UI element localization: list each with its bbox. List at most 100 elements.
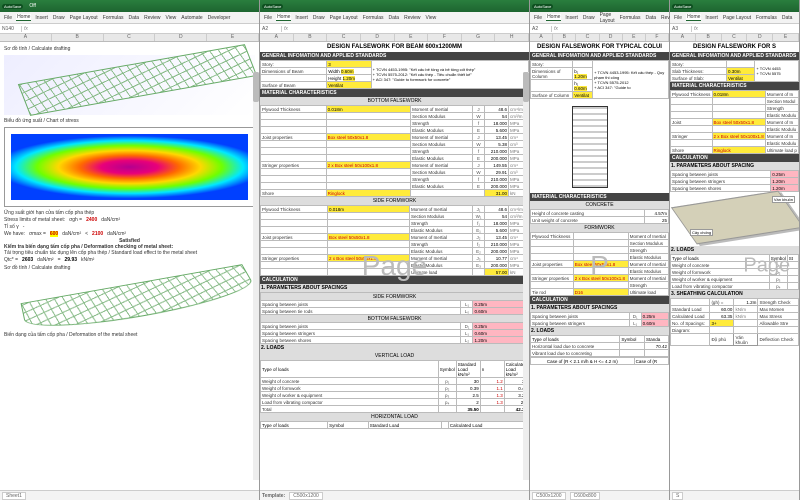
q-label: Qtc* = [4,257,18,263]
worksheet-area[interactable]: P DESIGN FALSEWORK FOR TYPICAL COLUI GEN… [530,42,669,490]
fx-icon[interactable]: fx [22,26,30,32]
q-val2: 29.93 [65,257,78,263]
scrollbar-v[interactable] [523,72,529,480]
fx-icon[interactable]: fx [552,26,560,32]
name-box[interactable]: A3 [670,26,692,32]
mesh-plot-3d [4,55,255,115]
column-headers[interactable]: ABCDE [0,34,259,42]
tab-draw[interactable]: Draw [52,15,66,21]
fx-icon[interactable]: fx [282,26,290,32]
worksheet-area[interactable]: Page DESIGN FALSEWORK FOR S GENERAL INFO… [670,42,799,490]
autosave-toggle[interactable]: AutoSave [262,4,283,9]
column-headers[interactable]: ABCDEFGH [260,34,529,42]
scrollbar-v[interactable] [253,72,259,480]
tab-home[interactable]: Home [686,14,701,21]
tab-draw[interactable]: Draw [582,15,596,21]
sheet-tab[interactable]: Sheet1 [2,492,26,500]
loads-title: 2. LOADS [260,344,529,352]
tab-view[interactable]: View [165,15,178,21]
column-headers[interactable]: ABCDE [670,34,799,42]
sheet-tab[interactable]: C600x800 [570,492,601,500]
sheet-tab[interactable]: C500x1200 [289,492,323,500]
tab-review[interactable]: Review [143,15,161,21]
tab-data[interactable]: Data [128,15,141,21]
column-drawing [530,101,669,191]
tab-formulas[interactable]: Formulas [102,15,125,21]
subsection-bottom: BOTTOM FALSEWORK [260,97,529,105]
plywood-table: Plywood Thickness0.018mMoment of Inertia… [260,105,529,197]
section-material: MATERIAL CHARACTERISTICS [530,193,669,201]
section-general: GENERAL INFOMATION AND APPLIED STANDARDS [670,52,799,60]
tab-data[interactable]: Data [388,15,401,21]
worksheet-area[interactable]: Sơ đồ tính / Calculate drafting Biểu đồ … [0,42,259,490]
less-than: < [85,231,88,237]
general-table: Story:+ TCVN 4453+ TCVN 5575 Slab Thickn… [670,60,799,82]
tab-file[interactable]: File [673,15,683,21]
tab-draw[interactable]: Draw [312,15,326,21]
tab-insert[interactable]: Insert [704,15,719,21]
ratio-op: - [23,224,25,230]
tab-review[interactable]: Review [403,15,421,21]
side-table: Plywood Thickness0.018mMoment of Inertia… [260,205,529,276]
eq: = [58,257,61,263]
loads-title: 2. LOADS [670,246,799,254]
sigma-max-value: 600 [50,231,58,237]
tab-home[interactable]: Home [546,14,561,21]
q-unit2: kN/m² [81,257,94,263]
sheet-tab[interactable]: C500x1200 [532,492,566,500]
status-bar: Template: C500x1200 [260,490,529,500]
excel-window-4: AutoSave File Home Insert Page Layout Fo… [670,0,800,500]
vload-title: VERTICAL LOAD [260,352,529,360]
section-general: GENERAL INFOMATION AND APPLIED STANDARDS [260,52,529,60]
ribbon-tabs: File Home Insert Draw Page Layout Formul… [530,12,669,24]
tab-file[interactable]: File [3,15,13,21]
params-title: 1. PARAMETERS ABOUT SPACINGS [260,284,529,292]
tab-automate[interactable]: Automate [180,15,203,21]
spacing-table: Spacing between joistsD₁0.25m Spacing be… [530,312,669,327]
q-unit1: daN/m² [37,257,53,263]
ribbon-tabs: File Home Insert Page Layout Formulas Da… [670,12,799,24]
q-val1: 2603 [22,257,33,263]
name-box[interactable]: A2 [530,26,552,32]
tab-insert[interactable]: Insert [34,15,49,21]
tab-data[interactable]: Data [781,15,794,21]
tab-pagelayout[interactable]: Page Layout [69,15,99,21]
params-title: 1. PARAMETERS ABOUT SPACINGS [530,304,669,312]
tab-formulas[interactable]: Formulas [619,15,642,21]
titlebar: AutoSave Off [0,0,259,12]
tab-view[interactable]: View [425,15,438,21]
tab-formulas[interactable]: Formulas [755,15,778,21]
tab-home[interactable]: Home [16,14,31,21]
tab-file[interactable]: File [533,15,543,21]
fx-icon[interactable]: fx [692,26,700,32]
tab-pagelayout[interactable]: Page Layout [329,15,359,21]
column-headers[interactable]: ABCDEF [530,34,669,42]
tab-insert[interactable]: Insert [564,15,579,21]
loads-table: Type of loadsSymbolStandard Load kN/m²nC… [260,360,529,413]
name-box[interactable]: A2 [260,26,282,32]
stress-heatmap [4,127,255,207]
loads-title: 2. LOADS [530,327,669,335]
tab-data[interactable]: Data [644,15,657,21]
formula-bar[interactable]: N140 fx [0,24,259,34]
tab-developer[interactable]: Developer [207,15,232,21]
tab-file[interactable]: File [263,15,273,21]
sheet-tab[interactable]: S [672,492,683,500]
stress-note: Ứng suất giới hạn cửa tấm cốp pha thép [4,210,255,216]
tab-pagelayout[interactable]: Page Layout [722,15,752,21]
formula-bar[interactable]: A2 fx [530,24,669,34]
worksheet-area[interactable]: Page DESIGN FALSEWORK FOR BEAM 600x1200M… [260,42,529,490]
chart-title-4: Biến dạng của tấm cốp pha / Deformation … [4,332,255,338]
tab-formulas[interactable]: Formulas [362,15,385,21]
tab-pagelayout[interactable]: Page Layout [599,12,616,24]
formula-bar[interactable]: A2 fx [260,24,529,34]
label-cay: Cây chống [690,229,713,236]
ratio-label: Tỉ số γ [4,224,19,230]
autosave-toggle[interactable]: AutoSave [2,4,23,9]
tab-home[interactable]: Home [276,14,291,21]
autosave-toggle[interactable]: AutoSave [672,4,693,9]
formula-bar[interactable]: A3 fx [670,24,799,34]
autosave-toggle[interactable]: AutoSave [532,4,553,9]
tab-insert[interactable]: Insert [294,15,309,21]
name-box[interactable]: N140 [0,26,22,32]
